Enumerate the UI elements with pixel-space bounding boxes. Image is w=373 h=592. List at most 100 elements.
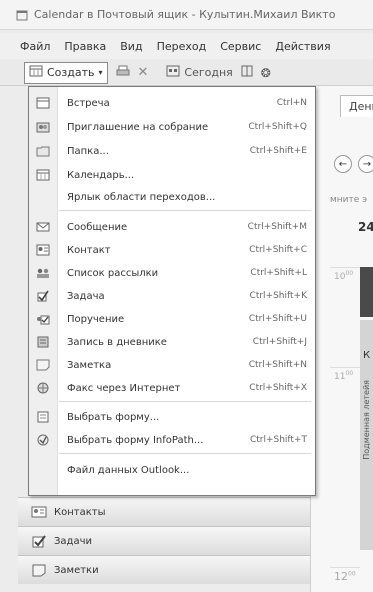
menu-item-shortcut: Ctrl+Shift+Q: [248, 122, 307, 132]
menu-file[interactable]: Файл: [20, 40, 50, 53]
menu-item-label: Встреча: [67, 97, 110, 109]
journal-entry-icon: [35, 335, 51, 349]
menu-item-internet-fax[interactable]: Факс через Интернет Ctrl+Shift+X: [29, 378, 315, 398]
menu-item-shortcut: Ctrl+Shift+J: [252, 337, 307, 347]
menu-item-note[interactable]: Заметка Ctrl+Shift+N: [29, 355, 315, 375]
menu-item-nav-shortcut[interactable]: Ярлык области переходов...: [29, 187, 315, 207]
menu-item-label: Папка...: [67, 145, 109, 157]
menu-item-task[interactable]: Задача Ctrl+Shift+K: [29, 286, 315, 306]
calendar-new-icon: [29, 65, 43, 80]
print-button[interactable]: [116, 65, 130, 80]
menu-item-shortcut: Ctrl+Shift+L: [250, 268, 307, 278]
menu-item-calendar[interactable]: Календарь...: [29, 165, 315, 185]
infopath-form-icon: [35, 433, 51, 447]
menu-item-label: Выбрать форму InfoPath...: [67, 434, 204, 446]
delete-x-icon: ✕: [137, 65, 149, 80]
time-minutes: 00: [345, 270, 354, 277]
menu-separator: [59, 453, 311, 454]
menu-item-choose-infopath-form[interactable]: Выбрать форму InfoPath... Ctrl+Shift+T: [29, 430, 315, 450]
menu-item-outlook-data-file[interactable]: Файл данных Outlook...: [29, 460, 315, 480]
menu-item-shortcut: Ctrl+Shift+E: [249, 146, 307, 156]
vertical-label: Подменная летейя: [362, 380, 371, 460]
time-label: 1200: [334, 570, 356, 583]
hour-line: [330, 367, 360, 368]
menu-item-task-request[interactable]: Поручение Ctrl+Shift+U: [29, 309, 315, 329]
menu-item-label: Календарь...: [67, 169, 135, 181]
menu-item-meeting-request[interactable]: Приглашение на собрание Ctrl+Shift+Q: [29, 117, 315, 137]
delete-button[interactable]: ✕: [138, 65, 149, 80]
menu-edit[interactable]: Правка: [64, 40, 106, 53]
time-label: 1000: [334, 270, 353, 282]
menu-item-label: Поручение: [67, 313, 125, 325]
menu-item-shortcut: Ctrl+Shift+N: [248, 360, 307, 370]
menu-item-label: Задача: [67, 290, 105, 302]
notes-icon: [30, 563, 48, 577]
menu-item-distribution-list[interactable]: Список рассылки Ctrl+Shift+L: [29, 263, 315, 283]
nav-contacts[interactable]: Контакты: [18, 497, 310, 526]
create-new-button[interactable]: Создать ▾: [24, 61, 108, 84]
contact-icon: [35, 243, 51, 257]
chevron-down-icon[interactable]: ▾: [99, 68, 103, 77]
menu-item-label: Сообщение: [67, 221, 128, 233]
menu-item-message[interactable]: Сообщение Ctrl+Shift+M: [29, 217, 315, 237]
date-navigation: ← →: [334, 155, 373, 173]
menu-item-shortcut: Ctrl+Shift+T: [249, 435, 307, 445]
menu-tools[interactable]: Сервис: [220, 40, 261, 53]
time-label: 1100: [334, 370, 353, 382]
meeting-request-icon: [35, 120, 51, 134]
nav-notes[interactable]: Заметки: [18, 555, 310, 584]
menu-item-label: Файл данных Outlook...: [67, 464, 190, 476]
today-icon: [166, 65, 180, 80]
time-hour: 10: [334, 272, 346, 282]
menu-item-folder[interactable]: Папка... Ctrl+Shift+E: [29, 141, 315, 161]
help-button[interactable]: ❂: [261, 66, 271, 80]
title-bar: Calendar в Почтовый ящик - Кулытин.Михаи…: [0, 0, 373, 30]
today-button[interactable]: Сегодня: [166, 65, 233, 80]
hour-line: [330, 267, 360, 268]
grid-view-icon: [241, 65, 253, 80]
print-icon: [116, 65, 130, 80]
time-minutes: 00: [348, 570, 356, 578]
menu-item-contact[interactable]: Контакт Ctrl+Shift+C: [29, 240, 315, 260]
selected-time-block[interactable]: [360, 267, 373, 317]
tasks-icon: [30, 534, 48, 548]
today-label: Сегодня: [184, 66, 233, 79]
note-icon: [35, 358, 51, 372]
time-hour: 11: [334, 372, 346, 382]
folder-icon: [35, 144, 51, 158]
nav-contacts-label: Контакты: [54, 506, 106, 518]
menu-view[interactable]: Вид: [120, 40, 142, 53]
internet-fax-icon: [35, 381, 51, 395]
hour-line: [330, 567, 360, 568]
menu-actions[interactable]: Действия: [275, 40, 330, 53]
menu-item-shortcut: Ctrl+Shift+K: [249, 291, 307, 301]
create-new-label: Создать: [47, 66, 95, 79]
calendar-icon: [35, 168, 51, 182]
sidebar-letter: К: [363, 350, 371, 361]
menu-go[interactable]: Переход: [157, 40, 207, 53]
tab-day[interactable]: День: [340, 95, 373, 117]
time-hour: 12: [334, 570, 348, 583]
menu-item-choose-form[interactable]: Выбрать форму...: [29, 407, 315, 427]
menu-separator: [59, 210, 311, 211]
menu-item-journal-entry[interactable]: Запись в дневнике Ctrl+Shift+J: [29, 332, 315, 352]
choose-form-icon: [35, 410, 51, 424]
distribution-list-icon: [35, 266, 51, 280]
menu-item-label: Список рассылки: [67, 267, 159, 279]
time-minutes: 00: [345, 370, 354, 377]
back-arrow-icon[interactable]: ←: [334, 155, 352, 173]
menu-item-label: Запись в дневнике: [67, 336, 167, 348]
toolbar: Создать ▾ ✕ Сегодня ❂: [0, 60, 373, 86]
menu-item-label: Факс через Интернет: [67, 382, 181, 394]
view-button[interactable]: [241, 65, 253, 80]
menu-item-appointment[interactable]: Встреча Ctrl+N: [29, 93, 315, 113]
window-title: Calendar в Почтовый ящик - Кулытин.Михаи…: [34, 8, 336, 21]
app-calendar-icon: [16, 9, 28, 21]
menu-bar: Файл Правка Вид Переход Сервис Действия: [0, 33, 373, 59]
contacts-icon: [30, 505, 48, 519]
forward-arrow-icon[interactable]: →: [358, 155, 373, 173]
menu-item-label: Выбрать форму...: [67, 411, 160, 423]
help-icon: ❂: [260, 65, 271, 80]
nav-tasks[interactable]: Задачи: [18, 526, 310, 555]
create-new-menu: Встреча Ctrl+N Приглашение на собрание C…: [28, 86, 316, 496]
